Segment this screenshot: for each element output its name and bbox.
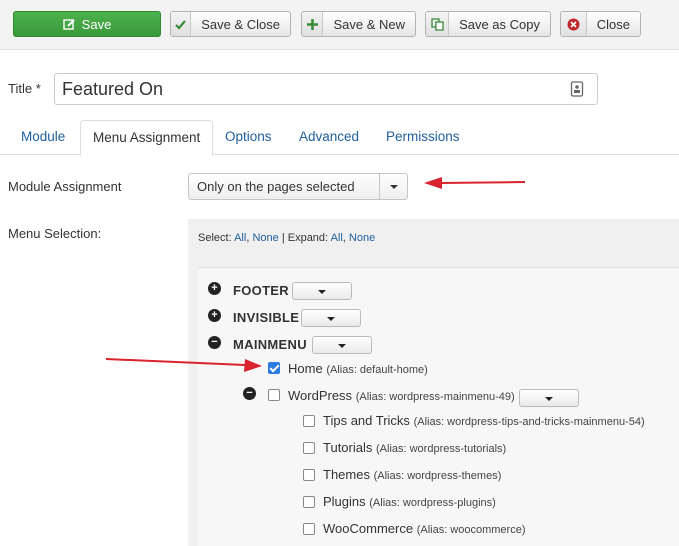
close-icon [561,12,587,36]
item-alias: (Alias: wordpress-plugins) [369,497,496,509]
module-assignment-select[interactable]: Only on the pages selected [188,173,408,200]
menu-item-themes: Themes (Alias: wordpress-themes) [323,467,501,482]
save-close-button[interactable]: Save & Close [170,11,291,37]
edit-icon [62,12,76,36]
title-label: Title * [8,81,41,96]
item-title: Home [288,361,323,376]
tab-permissions[interactable]: Permissions [374,120,472,155]
save-button[interactable]: Save [13,11,161,37]
footer-dropdown[interactable] [292,282,352,300]
item-title: WooCommerce [323,521,414,536]
save-copy-button[interactable]: Save as Copy [425,11,551,37]
menu-item-woocommerce: WooCommerce (Alias: woocommerce) [323,521,526,536]
check-icon [171,12,192,36]
save-new-label: Save & New [333,16,405,32]
invisible-dropdown[interactable] [301,309,361,327]
module-assignment-label: Module Assignment [8,179,122,194]
tips-checkbox[interactable] [303,415,315,427]
tab-bar: Module Menu Assignment Options Advanced … [0,120,679,156]
home-checkbox[interactable] [268,362,280,374]
expand-plus-icon[interactable]: + [208,309,221,322]
item-title: WordPress [288,388,353,403]
menu-item-tutorials: Tutorials (Alias: wordpress-tutorials) [323,440,506,455]
select-none-link[interactable]: None [252,232,278,244]
close-button[interactable]: Close [560,11,641,37]
wordpress-dropdown[interactable] [519,389,579,407]
item-alias: (Alias: wordpress-tutorials) [376,443,507,455]
item-alias: (Alias: woocommerce) [416,524,526,536]
tab-options[interactable]: Options [213,120,284,155]
themes-checkbox[interactable] [303,469,315,481]
menu-item-tips-and-tricks: Tips and Tricks (Alias: wordpress-tips-a… [323,413,645,428]
menu-type-footer: FOOTER [233,283,289,298]
close-label: Close [596,16,630,32]
item-title: Plugins [323,494,366,509]
tab-module[interactable]: Module [9,120,77,155]
menu-selection-label: Menu Selection: [8,226,102,241]
collapse-minus-icon[interactable]: − [208,336,221,349]
comma: , [246,232,250,244]
menu-type-mainmenu: MAINMENU [233,337,307,352]
menu-item-wordpress: WordPress (Alias: wordpress-mainmenu-49) [288,388,515,403]
menu-item-plugins: Plugins (Alias: wordpress-plugins) [323,494,496,509]
select-label: Select: [198,232,232,244]
tab-advanced[interactable]: Advanced [287,120,371,155]
caret-down-icon [379,174,407,199]
arrow-to-assignment-select [424,177,526,189]
tutorials-checkbox[interactable] [303,442,315,454]
plugins-checkbox[interactable] [303,496,315,508]
save-label: Save [81,16,112,32]
plus-icon [302,12,324,36]
item-title: Themes [323,467,370,482]
save-close-label: Save & Close [201,16,280,32]
toolbar: Save Save & Close Save & New Save as Cop… [0,0,679,50]
woocommerce-checkbox[interactable] [303,523,315,535]
item-alias: (Alias: wordpress-mainmenu-49) [355,391,515,403]
item-alias: (Alias: wordpress-themes) [373,470,502,482]
item-alias: (Alias: wordpress-tips-and-tricks-mainme… [413,416,645,428]
menu-type-invisible: INVISIBLE [233,310,300,325]
item-title: Tutorials [323,440,373,455]
menu-item-home: Home (Alias: default-home) [288,361,428,376]
save-copy-label: Save as Copy [459,16,540,32]
select-expand-links: Select: All, None | Expand: All, None [198,232,375,244]
comma: , [342,232,346,244]
contact-card-icon[interactable] [570,81,584,97]
separator: | [281,232,285,244]
item-alias: (Alias: default-home) [326,364,428,376]
title-input[interactable] [54,73,598,105]
select-all-link[interactable]: All [234,232,246,244]
expand-label: Expand: [287,232,329,244]
save-new-button[interactable]: Save & New [301,11,416,37]
expand-none-link[interactable]: None [349,232,375,244]
copy-icon [426,12,450,36]
mainmenu-dropdown[interactable] [312,336,372,354]
module-assignment-value: Only on the pages selected [197,179,355,194]
collapse-minus-icon[interactable]: − [243,387,256,400]
tab-menu-assignment[interactable]: Menu Assignment [80,120,214,156]
item-title: Tips and Tricks [323,413,410,428]
expand-plus-icon[interactable]: + [208,282,221,295]
wordpress-checkbox[interactable] [268,389,280,401]
expand-all-link[interactable]: All [331,232,343,244]
